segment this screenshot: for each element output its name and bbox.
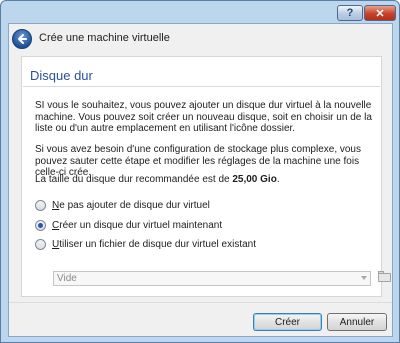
recommended-size-prefix: La taille du disque dur recommandée est …	[35, 174, 233, 185]
chevron-down-icon	[361, 276, 367, 280]
dialog-window: ? ✕ Crée une machine virtuelle Disque du…	[0, 0, 400, 343]
cancel-button[interactable]: Annuler	[327, 313, 387, 331]
recommended-size-suffix: .	[276, 174, 280, 185]
option-existing-disk-mnemonic: U	[52, 238, 60, 250]
wizard-header: Crée une machine virtuelle	[9, 24, 392, 54]
page-title: Disque dur	[30, 68, 93, 83]
radio-create-disk[interactable]	[35, 219, 46, 231]
close-button[interactable]: ✕	[364, 5, 396, 21]
option-no-disk-mnemonic: N	[52, 199, 60, 211]
option-no-disk-label: e pas ajouter de disque dur virtuel	[59, 199, 210, 211]
title-divider	[23, 86, 380, 87]
option-existing-disk[interactable]: Utiliser un fichier de disque dur virtue…	[35, 237, 256, 251]
arrow-left-icon	[18, 34, 27, 44]
help-button[interactable]: ?	[337, 5, 363, 21]
option-existing-disk-label: tiliser un fichier de disque dur virtuel…	[59, 238, 256, 250]
option-create-disk[interactable]: Créer un disque dur virtuel maintenant	[35, 218, 222, 232]
back-button[interactable]	[12, 29, 32, 49]
folder-browse-icon[interactable]	[377, 269, 393, 285]
option-no-disk[interactable]: Ne pas ajouter de disque dur virtuel	[35, 198, 210, 212]
option-create-disk-mnemonic: C	[52, 219, 60, 231]
create-button[interactable]: Créer	[253, 313, 322, 331]
recommended-size-text: La taille du disque dur recommandée est …	[35, 174, 375, 186]
dialog-client: Crée une machine virtuelle Disque dur SI…	[8, 23, 393, 337]
radio-no-disk[interactable]	[35, 199, 46, 211]
description-paragraph-1: SI vous le souhaitez, vous pouvez ajoute…	[35, 100, 372, 134]
wizard-title: Crée une machine virtuelle	[39, 32, 170, 44]
title-bar: ? ✕	[1, 1, 399, 23]
recommended-size-value: 25,00 Gio	[232, 174, 277, 185]
wizard-page: Disque dur SI vous le souhaitez, vous po…	[21, 56, 391, 297]
disk-file-select[interactable]: Vide	[53, 271, 371, 286]
folder-body-shape	[378, 273, 391, 282]
radio-existing-disk[interactable]	[35, 238, 46, 250]
disk-file-select-value: Vide	[57, 273, 77, 284]
footer-divider	[9, 302, 392, 303]
option-create-disk-label: réer un disque dur virtuel maintenant	[59, 219, 223, 231]
